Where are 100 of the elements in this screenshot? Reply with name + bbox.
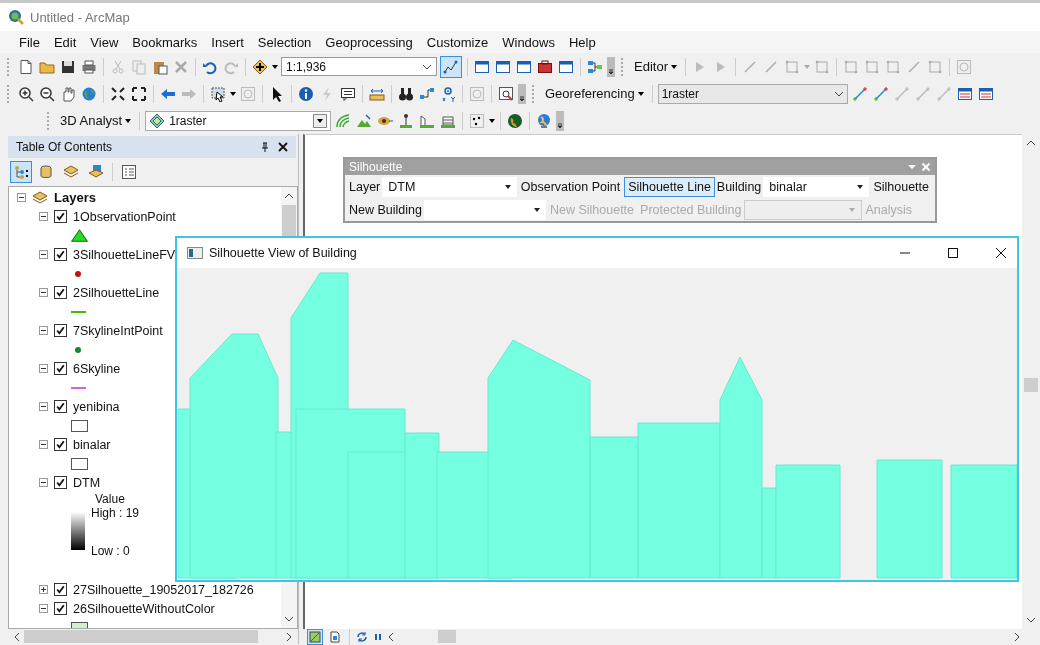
new-document-icon[interactable] (18, 58, 34, 75)
checkbox[interactable] (54, 210, 67, 223)
checkbox[interactable] (54, 400, 67, 413)
layer-name[interactable]: 26SilhouetteWithoutColor (73, 601, 215, 616)
contour-icon[interactable] (335, 112, 352, 129)
overflow-icon[interactable] (518, 83, 526, 104)
scroll-up-icon[interactable] (284, 193, 294, 199)
toolbar-button[interactable]: Silhouette (869, 176, 933, 197)
collapse-icon[interactable] (39, 288, 48, 297)
menu-item[interactable]: Customize (419, 32, 496, 52)
tree-item[interactable]: Layers (54, 190, 96, 205)
caret-icon[interactable] (489, 118, 496, 123)
maximize-icon[interactable] (947, 247, 959, 259)
binoculars-icon[interactable] (398, 85, 414, 102)
scroll-right-icon[interactable] (286, 631, 292, 642)
close-icon[interactable] (278, 142, 288, 152)
collapse-icon[interactable] (39, 250, 48, 259)
checkbox[interactable] (54, 476, 67, 489)
overflow-icon[interactable] (607, 56, 615, 77)
layer-dropdown[interactable]: 1raster (145, 110, 332, 131)
fixed-zoom-out-icon[interactable] (131, 85, 147, 102)
legend-heading: Value (94, 492, 126, 506)
raster-layer-icon (149, 112, 166, 129)
layer-name[interactable]: 6Skyline (73, 361, 121, 376)
collapse-icon[interactable] (39, 604, 48, 613)
collapse-icon[interactable] (39, 364, 48, 373)
dropdown[interactable]: DTM (382, 176, 517, 197)
zoom-out-icon[interactable] (39, 85, 55, 102)
checkbox[interactable] (54, 602, 67, 615)
save-icon[interactable] (60, 58, 76, 75)
menu-item[interactable]: Edit (46, 32, 84, 52)
layer-name[interactable]: 7SkylineIntPoint (73, 323, 163, 338)
3d-analyst-menu[interactable]: 3D Analyst (57, 113, 135, 128)
dropdown-icon[interactable] (907, 162, 917, 172)
layer-name[interactable]: 27Silhouette_19052017_182726 (73, 582, 254, 597)
scale-dropdown[interactable]: 1:1,936 (281, 57, 437, 76)
toolbox-icon[interactable] (537, 58, 553, 75)
select-features-icon[interactable] (210, 85, 226, 102)
editor-toolbar-button[interactable] (440, 55, 462, 78)
info-icon[interactable] (298, 85, 314, 102)
menu-item[interactable]: View (83, 32, 126, 52)
pin-icon[interactable] (260, 142, 270, 152)
menu-item[interactable]: Windows (495, 32, 562, 52)
popup-icon[interactable] (340, 85, 356, 102)
layer-name[interactable]: binalar (73, 437, 111, 452)
legend-label: High : 19 (91, 506, 140, 520)
layer-name[interactable]: 3SilhouetteLineFV (73, 247, 176, 262)
scroll-down-icon[interactable] (1026, 617, 1036, 623)
list-by-drawing-order-button[interactable] (10, 161, 32, 183)
scroll-right-icon[interactable] (1014, 631, 1020, 642)
full-extent-icon[interactable] (81, 85, 97, 102)
dropdown[interactable]: binalar (763, 176, 870, 197)
scroll-down-icon[interactable] (284, 616, 294, 622)
menu-item[interactable]: Geoprocessing (318, 32, 420, 52)
georeferencing-menu[interactable]: Georeferencing (542, 86, 647, 101)
close-icon[interactable] (995, 247, 1007, 259)
layer-name[interactable]: DTM (73, 475, 101, 490)
layout-view-button[interactable] (327, 628, 343, 645)
layer-dropdown[interactable]: 1raster (657, 83, 848, 104)
checkbox[interactable] (54, 583, 67, 596)
layer-name[interactable]: yenibina (73, 399, 120, 414)
scroll-left-icon[interactable] (14, 631, 20, 642)
magnifier-window-icon[interactable] (498, 85, 514, 102)
scroll-left-icon[interactable] (388, 631, 394, 642)
overflow-icon[interactable] (556, 110, 565, 131)
menu-item[interactable]: Help (561, 32, 603, 52)
collapse-icon[interactable] (39, 212, 48, 221)
scrollbar-thumb[interactable] (24, 630, 258, 643)
layer-name[interactable]: 2SilhouetteLine (73, 285, 160, 300)
pan-icon[interactable] (60, 85, 76, 102)
refresh-icon[interactable] (356, 630, 368, 643)
menu-item[interactable]: Bookmarks (125, 32, 205, 52)
scroll-up-icon[interactable] (1026, 140, 1036, 146)
print-icon[interactable] (81, 58, 97, 75)
checkbox[interactable] (54, 286, 67, 299)
checkbox[interactable] (54, 362, 67, 375)
layer-name[interactable]: 1ObservationPoint (73, 209, 176, 224)
checkbox[interactable] (54, 248, 67, 261)
editor-menu[interactable]: Editor (631, 59, 680, 74)
collapse-icon[interactable] (39, 440, 48, 449)
menu-item[interactable]: File (12, 32, 47, 52)
window-title: Untitled - ArcMap (30, 9, 130, 25)
menu-item[interactable]: Selection (250, 32, 319, 52)
collapse-icon[interactable] (39, 478, 48, 487)
caret-icon[interactable] (272, 64, 278, 69)
toolbar-button[interactable]: Silhouette Line (624, 176, 715, 197)
caret-icon[interactable] (230, 91, 236, 96)
collapse-icon[interactable] (39, 326, 48, 335)
collapse-icon[interactable] (39, 402, 48, 411)
expand-icon[interactable] (39, 585, 48, 594)
menu-item[interactable]: Insert (204, 32, 251, 52)
toolbar-button[interactable]: Observation Point (516, 176, 625, 197)
fixed-zoom-in-icon[interactable] (110, 85, 126, 102)
collapse-icon[interactable] (17, 193, 26, 202)
zoom-in-icon[interactable] (18, 85, 34, 102)
scrollbar-thumb[interactable] (1024, 377, 1038, 392)
checkbox[interactable] (54, 438, 67, 451)
layers-icon (32, 189, 48, 206)
scrollbar-thumb[interactable] (438, 630, 456, 643)
checkbox[interactable] (54, 324, 67, 337)
